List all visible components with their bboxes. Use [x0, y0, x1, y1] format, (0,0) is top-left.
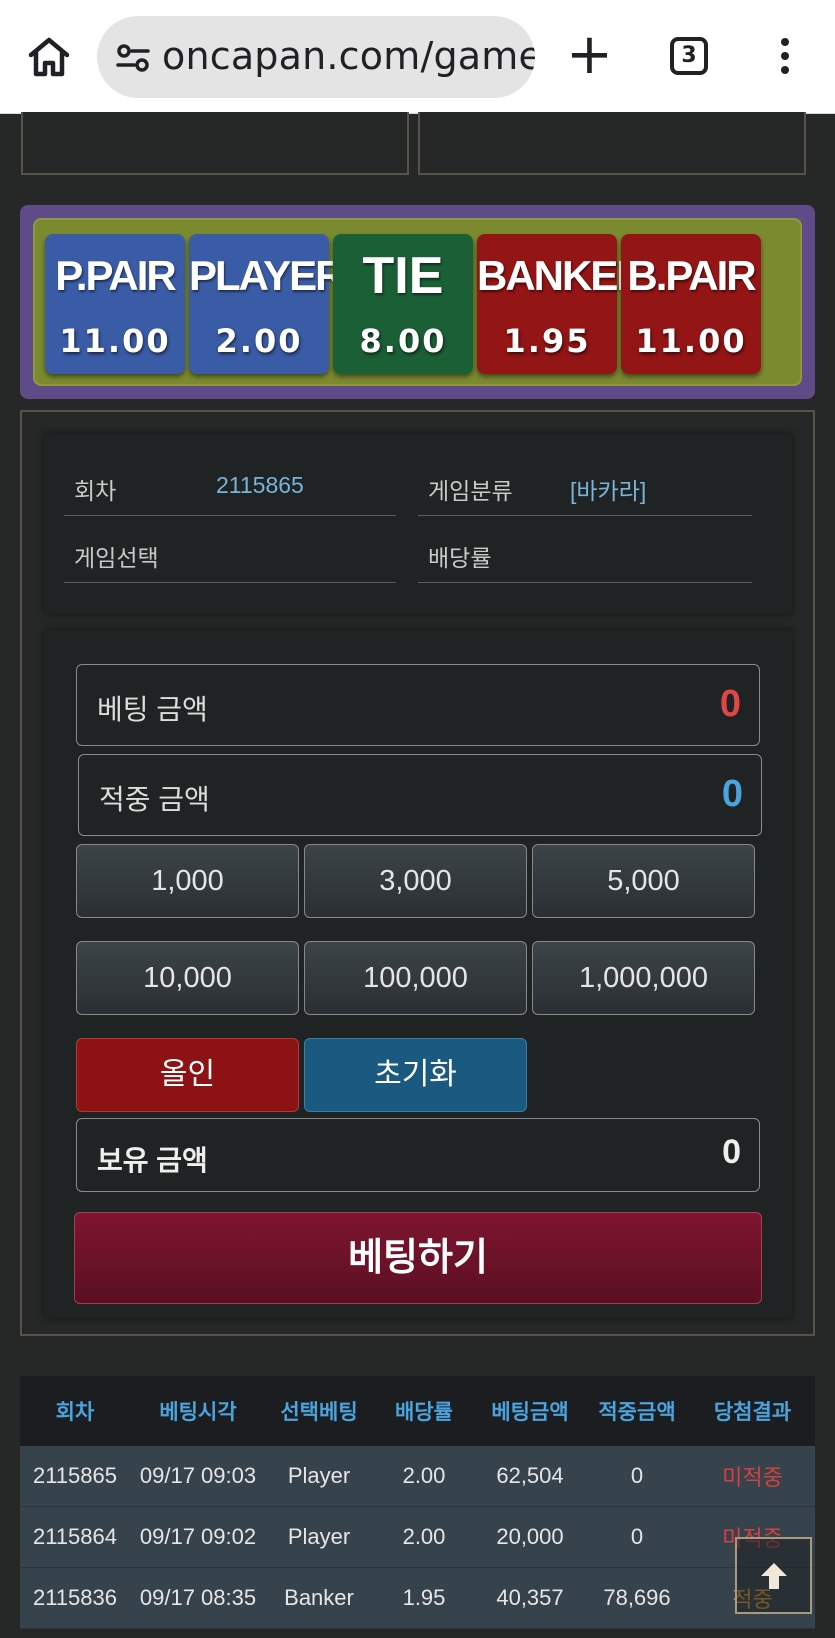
info-category: 게임분류 [바카라] — [418, 450, 752, 516]
bet-button-player-pair[interactable]: P.PAIR 11.00 — [45, 234, 185, 374]
bet-history-table: 회차 베팅시각 선택베팅 배당률 베팅금액 적중금액 당첨결과 2115865 … — [20, 1376, 815, 1629]
column-header: 회차 — [55, 1401, 95, 1424]
bet-button-banker-pair[interactable]: B.PAIR 11.00 — [621, 234, 761, 374]
cell-odds: 2.00 — [402, 1524, 446, 1549]
column-header: 적중금액 — [598, 1401, 676, 1424]
column-header: 베팅시각 — [159, 1401, 237, 1424]
bet-option-name: PLAYER — [189, 252, 346, 299]
column-header: 당첨결과 — [713, 1401, 792, 1424]
column-header: 선택베팅 — [280, 1401, 358, 1424]
cell-time: 09/17 09:03 — [139, 1463, 257, 1488]
new-tab-icon[interactable]: + — [566, 27, 613, 83]
scroll-to-top-button[interactable] — [735, 1537, 812, 1614]
chip-button-3000[interactable]: 3,000 — [304, 844, 527, 918]
bet-option-odds: 2.00 — [215, 322, 303, 360]
top-panel-right — [418, 112, 806, 175]
cell-selection: Banker — [284, 1585, 354, 1610]
bet-option-odds: 1.95 — [503, 322, 591, 360]
cell-bet-amount: 62,504 — [496, 1463, 564, 1488]
cell-time: 09/17 08:35 — [139, 1585, 257, 1610]
cell-win-amount: 78,696 — [603, 1585, 671, 1610]
table-row[interactable]: 2115836 09/17 08:35 Banker 1.95 40,357 7… — [20, 1568, 815, 1629]
cell-result: 미적중 — [722, 1465, 783, 1490]
bet-button-banker[interactable]: BANKER 1.95 — [477, 234, 647, 374]
info-round-value: 2115865 — [216, 472, 304, 498]
chip-button-5000[interactable]: 5,000 — [532, 844, 755, 918]
win-amount-label: 적중 금액 — [99, 784, 210, 815]
cell-time: 09/17 09:02 — [139, 1524, 257, 1549]
cell-odds: 1.95 — [402, 1585, 446, 1610]
balance-value: 0 — [722, 1133, 741, 1171]
cell-selection: Player — [287, 1524, 351, 1549]
game-info-card: 회차 2115865 게임분류 [바카라] 게임선택 배당률 — [44, 434, 792, 614]
bet-amount-label: 베팅 금액 — [97, 694, 208, 725]
info-selection: 게임선택 — [64, 517, 396, 583]
table-row[interactable]: 2115865 09/17 09:03 Player 2.00 62,504 0… — [20, 1446, 815, 1507]
bet-option-odds: 11.00 — [635, 322, 747, 360]
cell-round: 2115864 — [32, 1524, 117, 1549]
site-settings-icon[interactable] — [115, 40, 151, 76]
info-category-value: [바카라] — [570, 478, 647, 504]
balance-field: 보유 금액 0 — [76, 1118, 760, 1192]
bet-option-name: BANKER — [477, 252, 647, 299]
column-header: 베팅금액 — [491, 1401, 569, 1424]
cell-selection: Player — [287, 1463, 351, 1488]
bet-options-board: P.PAIR 11.00 PLAYER 2.00 TIE 8.00 BANKER… — [33, 218, 802, 386]
bet-amount-value: 0 — [719, 683, 741, 725]
table-header: 회차 베팅시각 선택베팅 배당률 베팅금액 적중금액 당첨결과 — [20, 1376, 815, 1446]
chip-button-1000[interactable]: 1,000 — [76, 844, 299, 918]
win-amount-field: 적중 금액 0 — [78, 754, 762, 836]
bet-options-frame: P.PAIR 11.00 PLAYER 2.00 TIE 8.00 BANKER… — [20, 205, 815, 399]
column-header: 배당률 — [395, 1401, 453, 1424]
cell-odds: 2.00 — [402, 1463, 446, 1488]
info-round: 회차 2115865 — [64, 450, 396, 516]
bet-amount-field: 베팅 금액 0 — [76, 664, 760, 746]
place-bet-button[interactable]: 베팅하기 — [74, 1212, 762, 1304]
cell-bet-amount: 40,357 — [496, 1585, 564, 1610]
chip-button-10000[interactable]: 10,000 — [76, 941, 299, 1015]
chip-button-100000[interactable]: 100,000 — [304, 941, 527, 1015]
info-category-label: 게임분류 — [428, 478, 513, 504]
win-amount-value: 0 — [721, 773, 743, 815]
balance-label: 보유 금액 — [97, 1145, 208, 1176]
top-panel-left — [21, 112, 409, 175]
cell-bet-amount: 20,000 — [496, 1524, 564, 1549]
bet-option-odds: 8.00 — [359, 322, 447, 360]
url-text: oncapan.com/gamezc — [162, 34, 535, 78]
cell-win-amount: 0 — [630, 1524, 644, 1549]
info-selection-label: 게임선택 — [74, 545, 159, 571]
cell-win-amount: 0 — [630, 1463, 644, 1488]
bet-button-tie[interactable]: TIE 8.00 — [333, 234, 473, 374]
cell-round: 2115836 — [32, 1585, 117, 1610]
info-odds: 배당률 — [418, 517, 752, 583]
tab-switcher-button[interactable]: 3 — [670, 37, 708, 75]
bet-option-name: TIE — [362, 247, 444, 305]
bet-option-name: B.PAIR — [627, 252, 756, 299]
browser-toolbar: oncapan.com/gamezc + 3 — [0, 0, 835, 114]
table-row[interactable]: 2115864 09/17 09:02 Player 2.00 20,000 0… — [20, 1507, 815, 1568]
betting-panel: 회차 2115865 게임분류 [바카라] 게임선택 배당률 베팅 금액 0 적… — [20, 410, 815, 1336]
bet-button-player[interactable]: PLAYER 2.00 — [189, 234, 346, 374]
info-round-label: 회차 — [74, 478, 117, 504]
address-bar[interactable]: oncapan.com/gamezc — [97, 16, 535, 98]
arrow-up-icon — [760, 1562, 787, 1589]
bet-option-odds: 11.00 — [59, 322, 171, 360]
reset-button[interactable]: 초기화 — [304, 1038, 527, 1112]
info-odds-label: 배당률 — [428, 545, 492, 571]
chip-button-1000000[interactable]: 1,000,000 — [532, 941, 755, 1015]
more-menu-icon[interactable] — [775, 38, 795, 78]
all-in-button[interactable]: 올인 — [76, 1038, 299, 1112]
bet-option-name: P.PAIR — [55, 252, 177, 299]
home-icon[interactable] — [26, 34, 72, 80]
cell-round: 2115865 — [32, 1463, 117, 1488]
bet-form-card: 베팅 금액 0 적중 금액 0 1,000 3,000 5,000 10,000… — [44, 630, 792, 1318]
